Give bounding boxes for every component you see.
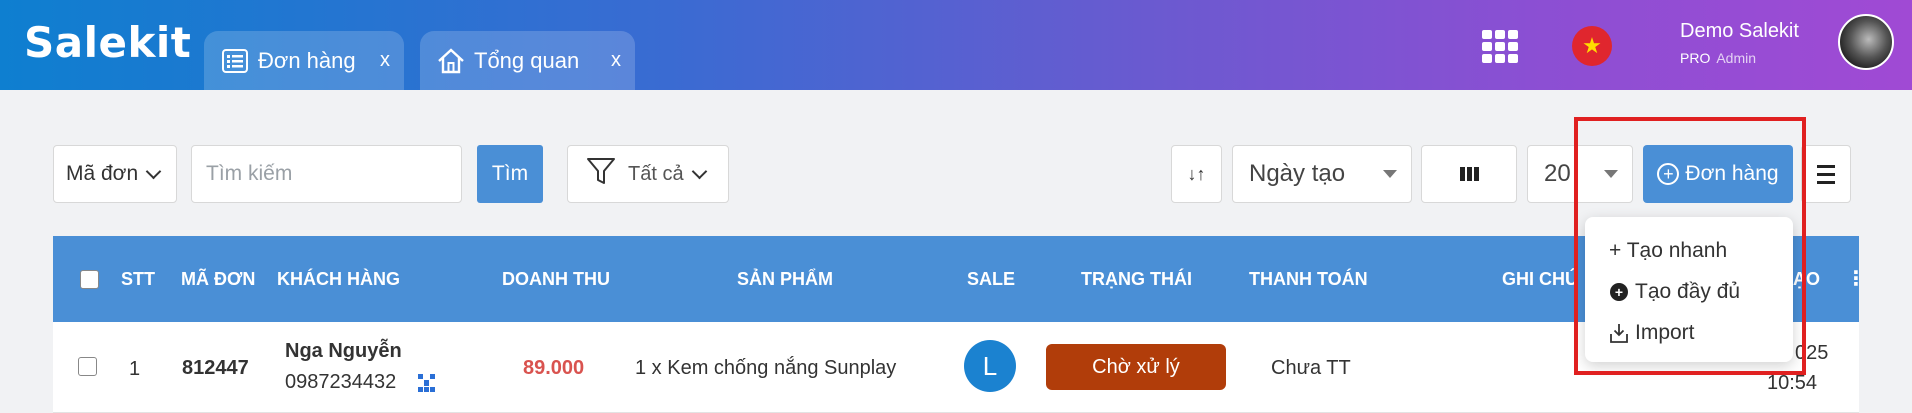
- close-icon[interactable]: x: [611, 49, 621, 72]
- qr-code-icon[interactable]: [418, 374, 436, 392]
- customer-name[interactable]: Nga Nguyễn: [285, 340, 402, 363]
- tab-label: Đơn hàng: [258, 47, 356, 73]
- top-header: Salekit Đơn hàng x Tổng quan x ★ Demo Sa…: [0, 0, 1912, 90]
- vietnam-flag-icon[interactable]: ★: [1572, 26, 1612, 66]
- role-label: Admin: [1716, 50, 1757, 66]
- col-code[interactable]: MÃ ĐƠN: [181, 269, 255, 290]
- order-code[interactable]: 812447: [182, 357, 249, 380]
- col-product[interactable]: SẢN PHẨM: [737, 269, 833, 290]
- hamburger-icon: [1817, 164, 1835, 168]
- tab-orders[interactable]: Đơn hàng x: [204, 31, 404, 90]
- user-name[interactable]: Demo Salekit: [1680, 20, 1799, 43]
- select-all-checkbox[interactable]: [80, 270, 99, 289]
- customer-phone: 0987234432: [285, 371, 397, 393]
- col-note[interactable]: GHI CHÚ: [1502, 269, 1578, 290]
- list-icon: [220, 46, 250, 76]
- revenue-value: 89.000: [523, 357, 585, 379]
- status-badge[interactable]: Chờ xử lý: [1046, 344, 1226, 390]
- menu-button[interactable]: [1801, 145, 1851, 203]
- search-input[interactable]: Tìm kiếm: [191, 145, 462, 203]
- col-sale[interactable]: SALE: [967, 269, 1015, 290]
- tab-label: Tổng quan: [474, 47, 580, 73]
- col-customer[interactable]: KHÁCH HÀNG: [277, 269, 400, 290]
- filter-label: Tất cả: [628, 162, 684, 185]
- col-payment[interactable]: THANH TOÁN: [1249, 269, 1368, 290]
- caret-down-icon: [1383, 170, 1397, 178]
- payment-status: Chưa TT: [1271, 357, 1351, 379]
- plan-label: PRO: [1680, 50, 1711, 66]
- home-icon: [436, 46, 466, 76]
- more-icon[interactable]: ⋮: [1846, 266, 1866, 291]
- columns-button[interactable]: [1421, 145, 1517, 203]
- tab-overview[interactable]: Tổng quan x: [420, 31, 635, 90]
- row-stt: 1: [129, 358, 141, 380]
- search-button[interactable]: Tìm: [477, 145, 543, 203]
- sale-avatar[interactable]: L: [964, 340, 1016, 392]
- filter-select[interactable]: Tất cả: [567, 145, 729, 203]
- filter-icon: [586, 156, 616, 192]
- chevron-down-icon: [691, 163, 707, 179]
- chevron-down-icon: [145, 163, 162, 179]
- created-time: 10:54: [1767, 372, 1818, 394]
- col-revenue[interactable]: DOANH THU: [502, 269, 610, 290]
- row-checkbox[interactable]: [78, 357, 97, 376]
- app-logo[interactable]: Salekit: [24, 18, 191, 67]
- code-select-label: Mã đơn: [66, 162, 139, 185]
- page-size-value: 20: [1544, 160, 1571, 187]
- col-stt[interactable]: STT: [121, 269, 155, 290]
- avatar[interactable]: [1838, 14, 1894, 70]
- highlight-box: [1574, 117, 1806, 375]
- grid-icon[interactable]: [1482, 30, 1518, 63]
- close-icon[interactable]: x: [380, 49, 390, 72]
- col-status[interactable]: TRẠNG THÁI: [1081, 269, 1192, 290]
- columns-icon: [1459, 167, 1479, 181]
- sort-icon: ↓↑: [1187, 163, 1206, 184]
- code-select[interactable]: Mã đơn: [53, 145, 177, 203]
- product-text: 1 x Kem chống nắng Sunplay: [635, 357, 897, 379]
- sort-button[interactable]: ↓↑: [1171, 145, 1222, 203]
- date-select-label: Ngày tạo: [1249, 160, 1346, 187]
- user-role: PRO Admin: [1680, 50, 1756, 66]
- date-sort-select[interactable]: Ngày tạo: [1232, 145, 1412, 203]
